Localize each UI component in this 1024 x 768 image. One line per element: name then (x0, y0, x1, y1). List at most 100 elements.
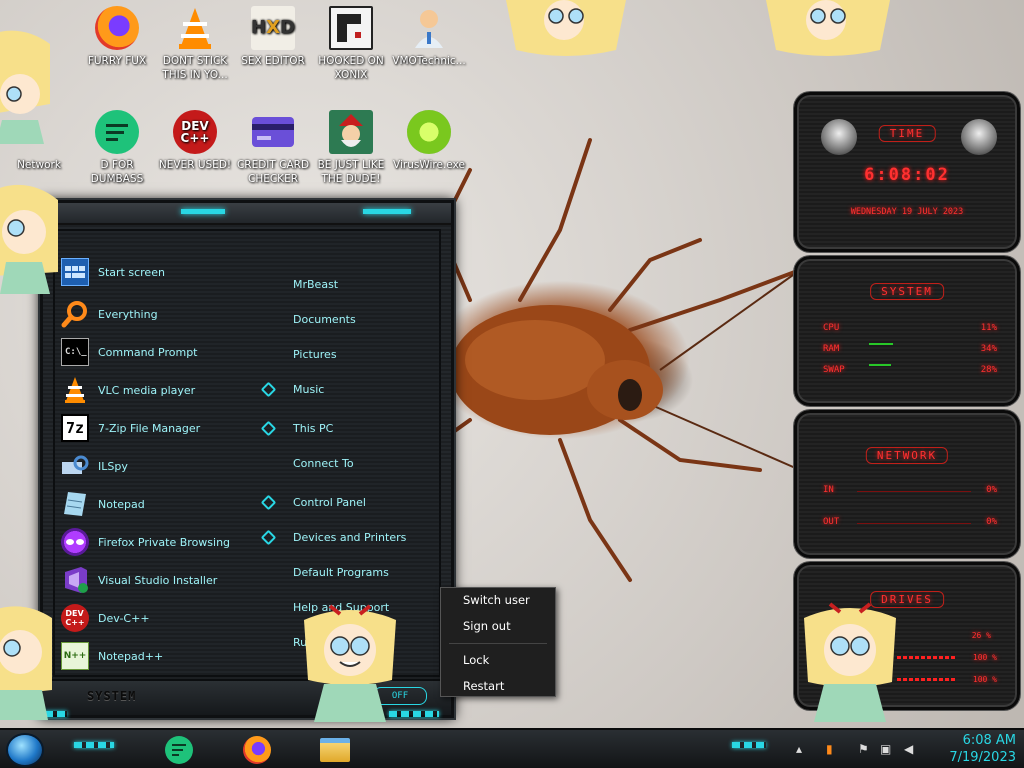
start-item-start-screen[interactable]: Start screen (61, 255, 271, 289)
cpu-label: CPU (823, 323, 840, 333)
start-link-devices-printers[interactable]: Devices and Printers (260, 529, 406, 546)
start-item-command-prompt[interactable]: C:\_ Command Prompt (61, 335, 271, 369)
alien-head-icon (961, 119, 997, 155)
start-link-mrbeast[interactable]: MrBeast (293, 278, 338, 291)
network-out-value: 0% (986, 517, 997, 527)
notepad-icon (61, 490, 89, 518)
file-explorer-icon (320, 738, 350, 762)
cartoon-character-icon (800, 598, 900, 722)
credit-card-icon (251, 110, 295, 154)
drive-value: 26 % (971, 631, 991, 640)
elf-icon (329, 110, 373, 154)
taskbar-app-firefox[interactable] (240, 734, 274, 766)
menu-item-restart[interactable]: Restart (463, 679, 504, 693)
desktop-icon-the-dude[interactable]: BE JUST LIKE THE DUDE! (308, 110, 394, 186)
start-item-firefox-private[interactable]: Firefox Private Browsing (61, 525, 271, 559)
start-screen-icon (61, 258, 89, 286)
network-widget-title: NETWORK (865, 447, 949, 464)
network-widget: NETWORK IN 0% OUT 0% (794, 410, 1020, 558)
drive-value: 100 % (972, 653, 997, 662)
start-item-ilspy[interactable]: ILSpy (61, 449, 271, 483)
start-link-control-panel[interactable]: Control Panel (260, 494, 366, 511)
desktop-icon-furry-fux[interactable]: FURRY FUX (74, 6, 160, 68)
system-widget-title: SYSTEM (870, 283, 944, 300)
desktop-icon-vlc[interactable]: DONT STICK THIS IN YO... (152, 6, 238, 82)
cartoon-character-icon (300, 600, 400, 722)
desktop-icon-viruswire[interactable]: VirusWire.exe (386, 110, 472, 172)
desktop-icon-d-for-dumbass[interactable]: D FOR DUMBASS (74, 110, 160, 186)
desktop-icon-vmotechnic[interactable]: VMOTechnic... (386, 6, 472, 68)
decor-dots (732, 742, 766, 748)
start-link-this-pc[interactable]: This PC (260, 420, 333, 437)
d-icon (165, 736, 193, 764)
network-in-value: 0% (986, 485, 997, 495)
ram-label: RAM (823, 344, 840, 354)
time-widget-clock: 6:08:02 (864, 165, 950, 185)
menu-separator (449, 643, 547, 644)
ram-bar (869, 343, 893, 345)
start-item-devcpp[interactable]: DEV C++ Dev-C++ (61, 601, 271, 635)
menu-item-sign-out[interactable]: Sign out (463, 619, 511, 633)
menu-item-switch-user[interactable]: Switch user (463, 593, 530, 607)
decor-dots (74, 742, 114, 748)
search-icon (61, 300, 89, 328)
network-in-label: IN (823, 485, 834, 495)
flag-icon[interactable]: ⚑ (858, 742, 869, 756)
firefox-icon (243, 736, 271, 764)
cpu-value: 11% (980, 323, 997, 333)
volume-icon[interactable]: ◀ (904, 742, 913, 756)
drive-value: 100 % (972, 675, 997, 684)
doctor-icon (407, 6, 451, 50)
firefox-private-icon (61, 528, 89, 556)
taskbar-app-file-explorer[interactable] (318, 734, 352, 766)
system-label: SYSTEM (87, 689, 137, 703)
xonix-icon (329, 6, 373, 50)
cartoon-character-icon (0, 176, 60, 296)
cartoon-character-icon (766, 0, 890, 60)
cartoon-character-icon (0, 24, 52, 144)
start-item-7zip[interactable]: 7z 7-Zip File Manager (61, 411, 271, 445)
start-item-visual-studio-installer[interactable]: Visual Studio Installer (61, 563, 271, 597)
desktop-icon-xonix[interactable]: HOOKED ON XONIX (308, 6, 394, 82)
d-icon (95, 110, 139, 154)
start-item-notepadpp[interactable]: N++ Notepad++ (61, 639, 271, 673)
power-context-menu: Switch user Sign out Lock Restart (440, 587, 556, 697)
lime-icon (407, 110, 451, 154)
start-link-default-programs[interactable]: Default Programs (293, 566, 389, 579)
start-link-music[interactable]: Music (260, 381, 324, 398)
start-item-everything[interactable]: Everything (61, 297, 271, 331)
start-item-vlc[interactable]: VLC media player (61, 373, 271, 407)
start-button[interactable] (6, 733, 44, 767)
swap-value: 28% (980, 365, 997, 375)
start-item-notepad[interactable]: Notepad (61, 487, 271, 521)
system-widget: SYSTEM CPU 11% RAM 34% SWAP 28% (794, 256, 1020, 406)
vlc-icon (173, 6, 217, 50)
tray-expand-icon[interactable]: ▴ (796, 742, 802, 756)
network-out-graph (857, 523, 971, 524)
desktop-icon-never-used[interactable]: DEV C++ NEVER USED! (152, 110, 238, 172)
cartoon-character-icon (0, 600, 54, 720)
taskbar: ▴ ▮ ⚑ ▣ ◀ 6:08 AM 7/19/2023 (0, 728, 1024, 768)
taskbar-clock[interactable]: 6:08 AM 7/19/2023 (949, 732, 1016, 766)
7zip-icon: 7z (61, 414, 89, 442)
hxd-icon: HXD (251, 6, 295, 50)
start-link-connect-to[interactable]: Connect To (293, 457, 354, 470)
notepadpp-icon: N++ (61, 642, 89, 670)
clock-date: 7/19/2023 (949, 750, 1016, 765)
start-link-documents[interactable]: Documents (293, 313, 356, 326)
taskbar-app-d[interactable] (162, 734, 196, 766)
tray-app-icon[interactable]: ▮ (826, 742, 833, 756)
ilspy-icon (61, 452, 89, 480)
vlc-icon (61, 376, 89, 404)
network-icon[interactable]: ▣ (880, 742, 891, 756)
menu-item-lock[interactable]: Lock (463, 653, 489, 667)
ram-value: 34% (980, 344, 997, 354)
devcpp-icon: DEV C++ (173, 110, 217, 154)
desktop-icon-sex-editor[interactable]: HXD SEX EDITOR (230, 6, 316, 68)
swap-label: SWAP (823, 365, 845, 375)
command-prompt-icon: C:\_ (61, 338, 89, 366)
network-in-graph (857, 491, 971, 492)
desktop-icon-credit-card-checker[interactable]: CREDIT CARD CHECKER (230, 110, 316, 186)
alien-head-icon (821, 119, 857, 155)
start-link-pictures[interactable]: Pictures (293, 348, 337, 361)
